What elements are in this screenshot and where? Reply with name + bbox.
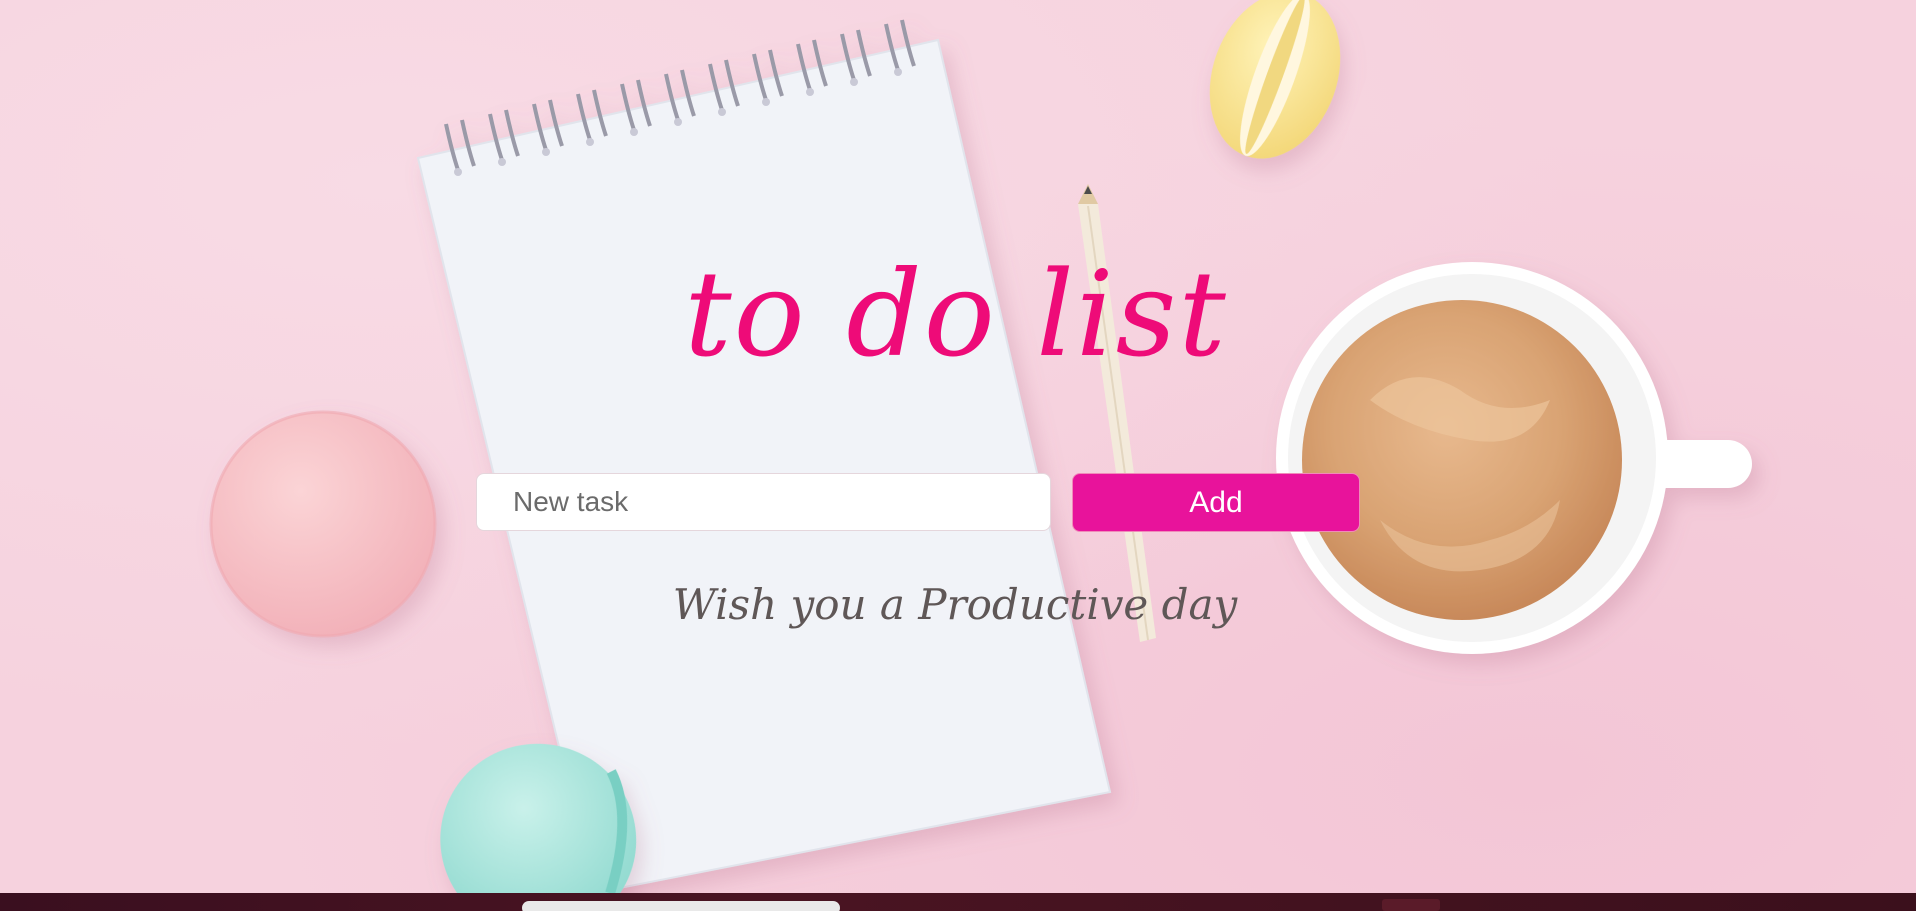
add-task-button[interactable]: Add [1072,473,1360,532]
tagline: Wish you a Productive day [672,580,1238,629]
taskbar [0,893,1916,911]
page-title: to do list [684,245,1228,383]
background-illustration [209,0,1752,911]
new-task-input[interactable] [476,473,1051,531]
taskbar-app[interactable] [1382,899,1440,911]
taskbar-search[interactable] [522,901,840,911]
task-form: Add [476,473,1360,533]
macaron-yellow-icon [1209,0,1341,159]
page: to do list Add Wish you a Productive day [0,0,1916,911]
